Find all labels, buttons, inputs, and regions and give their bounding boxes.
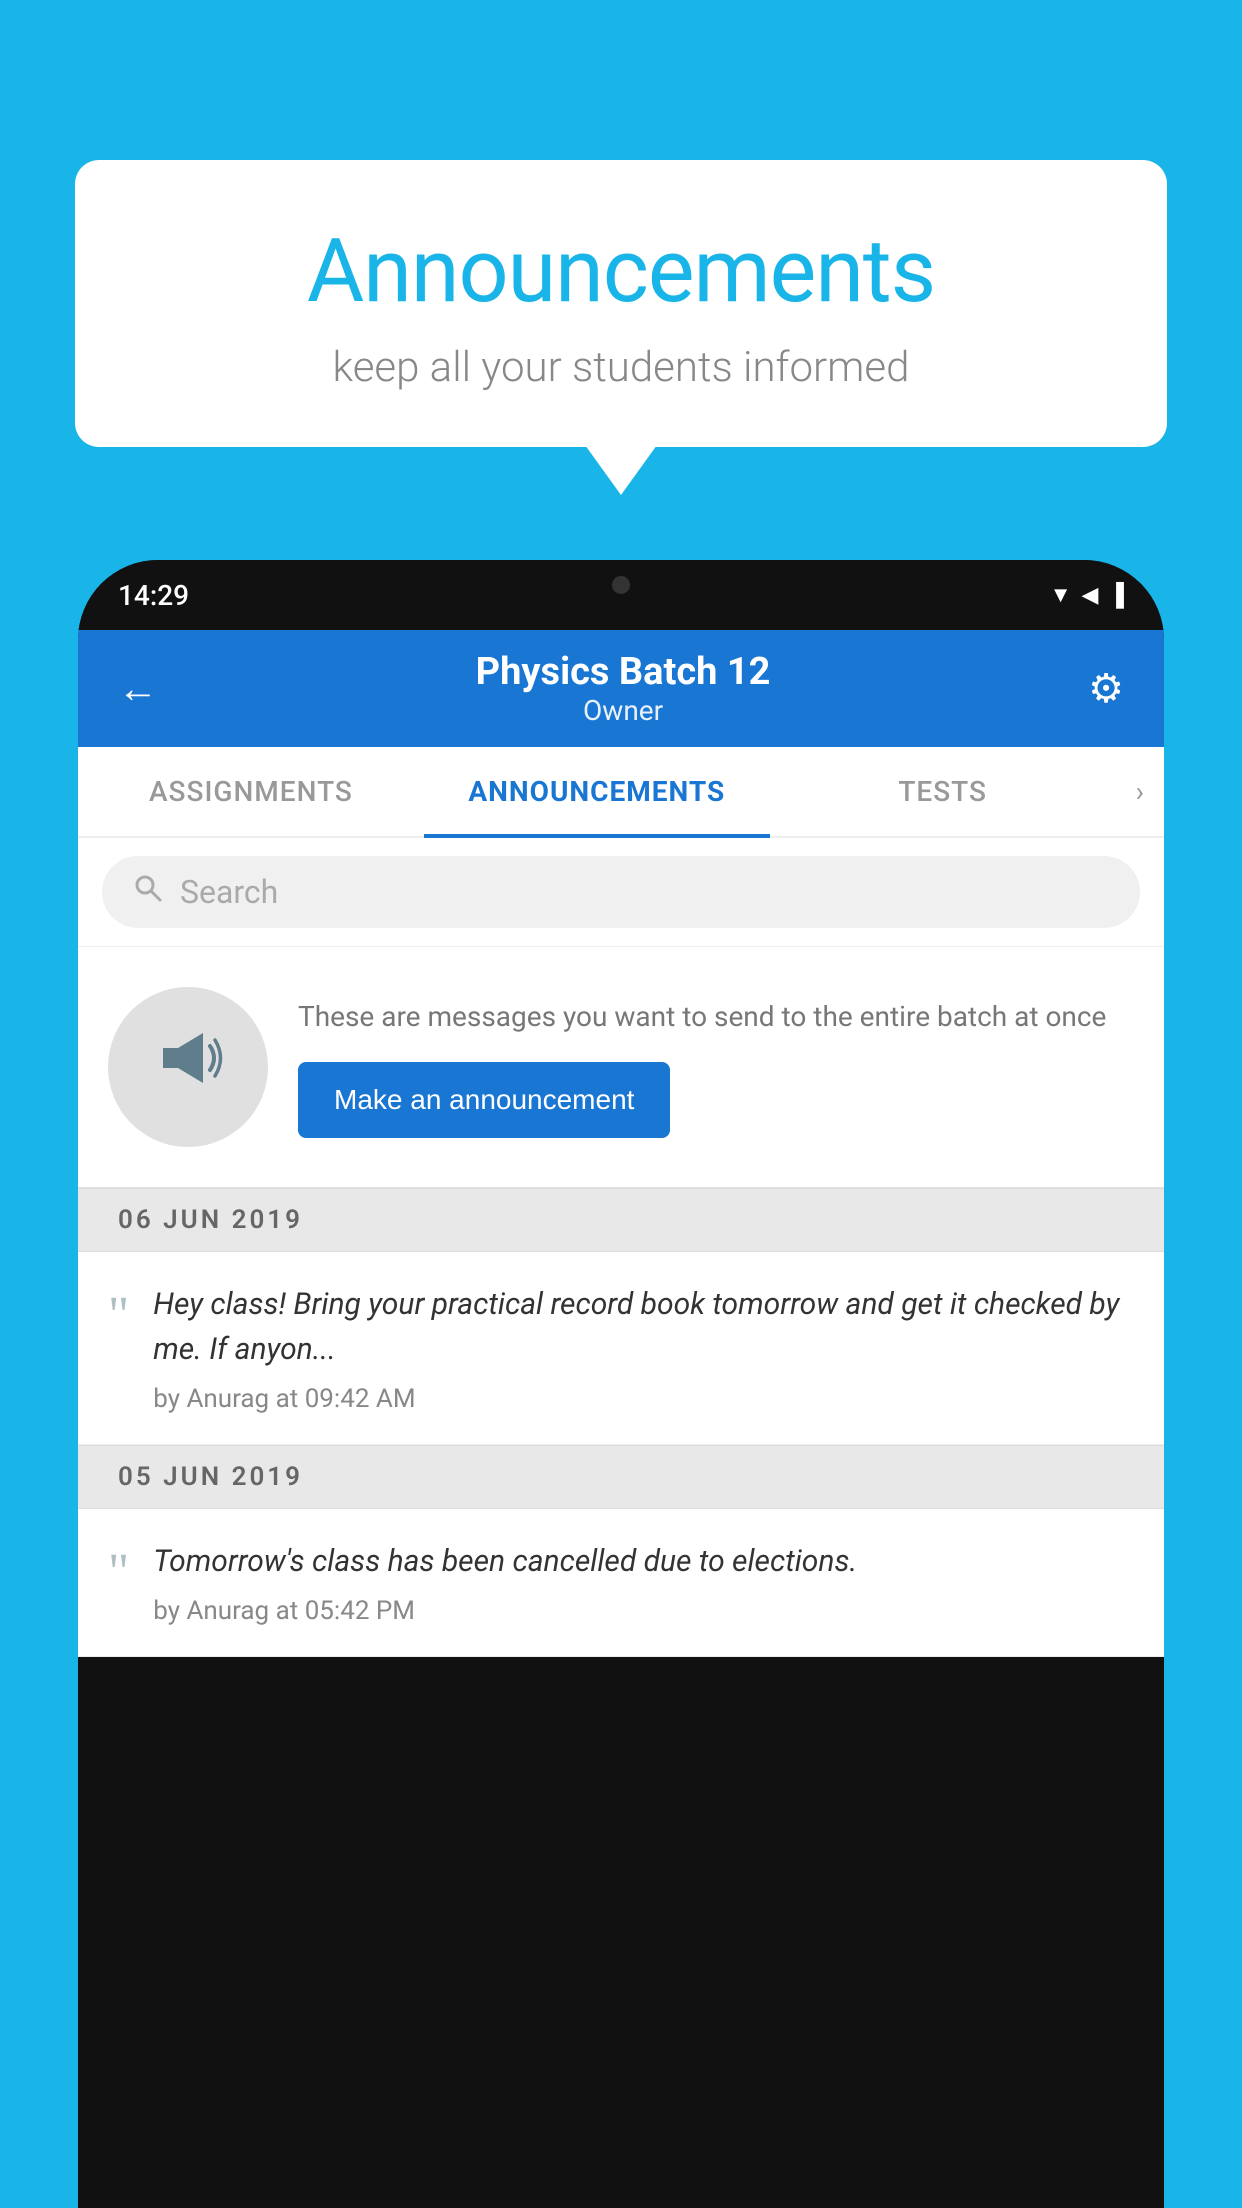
search-placeholder: Search	[180, 873, 278, 911]
announcement-text-2: Tomorrow's class has been cancelled due …	[153, 1539, 1134, 1626]
status-time: 14:29	[118, 579, 189, 612]
phone-notch	[531, 560, 711, 610]
header-subtitle: Owner	[476, 694, 771, 727]
announcement-item-1[interactable]: " Hey class! Bring your practical record…	[78, 1252, 1164, 1445]
announcement-text-1: Hey class! Bring your practical record b…	[153, 1282, 1134, 1414]
announcement-body-2: Tomorrow's class has been cancelled due …	[153, 1539, 1134, 1584]
speech-bubble-container: Announcements keep all your students inf…	[75, 160, 1167, 447]
megaphone-icon	[148, 1018, 228, 1116]
tab-announcements[interactable]: ANNOUNCEMENTS	[424, 747, 770, 836]
promo-description: These are messages you want to send to t…	[298, 996, 1134, 1038]
announcement-body-1: Hey class! Bring your practical record b…	[153, 1282, 1134, 1372]
tabs-bar: ASSIGNMENTS ANNOUNCEMENTS TESTS ›	[78, 747, 1164, 838]
header-center: Physics Batch 12 Owner	[476, 650, 771, 727]
promo-icon-circle	[108, 987, 268, 1147]
phone-frame: 14:29 ▼ ◀ ▐ ← Physics Batch 12 Owner ⚙ A…	[78, 560, 1164, 2208]
wifi-icon: ▼	[1050, 582, 1072, 608]
date-separator-1: 06 JUN 2019	[78, 1188, 1164, 1252]
tab-more-icon[interactable]: ›	[1116, 747, 1164, 836]
date-separator-2: 05 JUN 2019	[78, 1445, 1164, 1509]
promo-right: These are messages you want to send to t…	[298, 996, 1134, 1138]
quote-icon-2: "	[108, 1547, 129, 1599]
camera-dot	[612, 576, 630, 594]
announcement-item-2[interactable]: " Tomorrow's class has been cancelled du…	[78, 1509, 1164, 1657]
status-bar: 14:29 ▼ ◀ ▐	[78, 560, 1164, 630]
promo-card: These are messages you want to send to t…	[78, 947, 1164, 1188]
back-button[interactable]: ←	[118, 665, 158, 712]
tab-tests[interactable]: TESTS	[770, 747, 1116, 836]
battery-icon: ▐	[1108, 582, 1124, 608]
tab-assignments[interactable]: ASSIGNMENTS	[78, 747, 424, 836]
settings-icon[interactable]: ⚙	[1088, 665, 1124, 712]
status-icons: ▼ ◀ ▐	[1050, 582, 1124, 608]
bubble-title: Announcements	[115, 220, 1127, 323]
header-title: Physics Batch 12	[476, 650, 771, 694]
announcement-meta-2: by Anurag at 05:42 PM	[153, 1596, 1134, 1626]
announcement-meta-1: by Anurag at 09:42 AM	[153, 1384, 1134, 1414]
speech-bubble: Announcements keep all your students inf…	[75, 160, 1167, 447]
signal-icon: ◀	[1081, 583, 1098, 608]
search-bar[interactable]: Search	[102, 856, 1140, 928]
search-bar-wrap: Search	[78, 838, 1164, 947]
quote-icon-1: "	[108, 1290, 129, 1342]
bubble-subtitle: keep all your students informed	[115, 343, 1127, 392]
search-icon	[132, 872, 164, 912]
app-header: ← Physics Batch 12 Owner ⚙	[78, 630, 1164, 747]
make-announcement-button[interactable]: Make an announcement	[298, 1062, 670, 1138]
